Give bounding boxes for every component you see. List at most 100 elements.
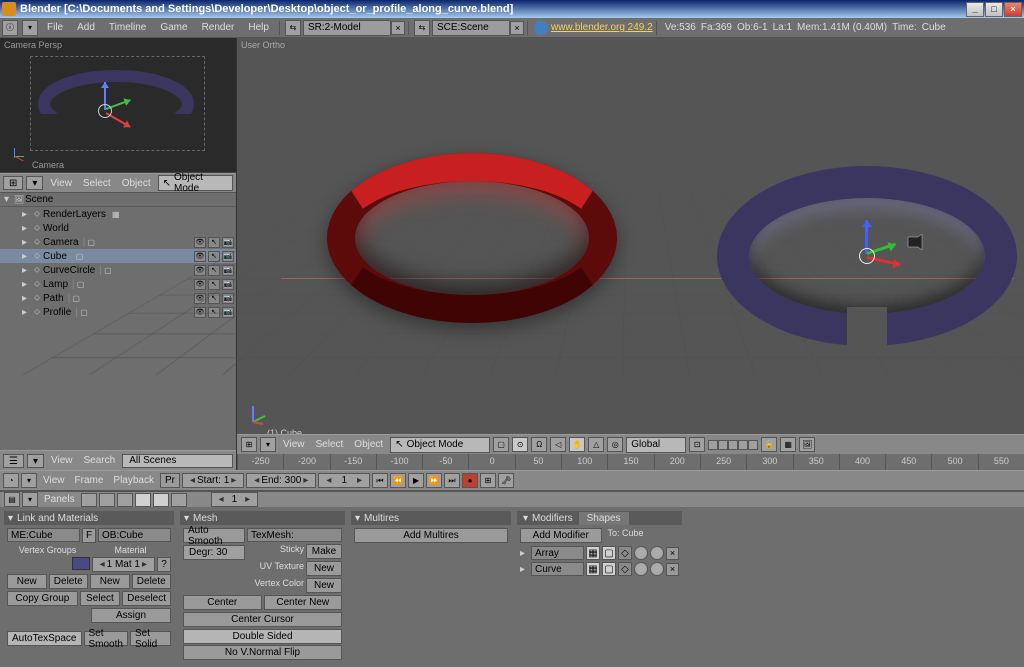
material-index-field[interactable]: ◂1 Mat 1▸: [92, 557, 155, 572]
no-vnormal-flip-button[interactable]: No V.Normal Flip: [183, 645, 342, 660]
add-modifier-button[interactable]: Add Modifier: [520, 528, 602, 543]
layer-buttons[interactable]: [708, 440, 758, 450]
end-frame-field[interactable]: ◂End: 300▸: [246, 473, 316, 488]
center-button[interactable]: Center: [183, 595, 262, 610]
disclosure-triangle-icon[interactable]: ▸: [22, 307, 31, 318]
outliner-item-renderlayers[interactable]: ▸⬦RenderLayers▦: [0, 207, 236, 221]
scene-delete-button[interactable]: ×: [510, 21, 524, 35]
screen-dropdown[interactable]: SR:2-Model: [303, 20, 391, 36]
next-key-icon[interactable]: ⏩: [426, 473, 442, 488]
menu-select[interactable]: Select: [312, 439, 348, 450]
menu-view[interactable]: View: [39, 475, 69, 486]
transform-gizmo-icon[interactable]: [827, 216, 907, 296]
render-toggle-icon[interactable]: ▦: [586, 546, 600, 560]
menu-help[interactable]: Help: [241, 20, 276, 35]
hand-icon[interactable]: ✋: [569, 437, 585, 452]
outliner-display-dropdown[interactable]: All Scenes: [122, 454, 233, 468]
fake-user-button[interactable]: F: [82, 528, 96, 543]
center-new-button[interactable]: Center New: [264, 595, 343, 610]
red-torus-object[interactable]: [327, 153, 617, 323]
mat-delete-button[interactable]: Delete: [132, 574, 172, 589]
restrict-render-icon[interactable]: 📷: [222, 237, 234, 248]
auto-smooth-button[interactable]: Auto Smooth: [183, 528, 245, 543]
scale-icon[interactable]: ◎: [607, 437, 623, 452]
current-frame-field[interactable]: ◂1▸: [318, 473, 370, 488]
context-object-icon[interactable]: [135, 493, 151, 507]
tab-shapes[interactable]: Shapes: [579, 512, 629, 525]
editor-type-icon[interactable]: ⊞: [241, 437, 257, 452]
lock-icon[interactable]: 🔒: [761, 437, 777, 452]
scene-prev-icon[interactable]: ⇆: [414, 20, 430, 36]
mat-deselect-button[interactable]: Deselect: [122, 591, 171, 606]
outliner-item-cube[interactable]: ▸⬦Cube|▢👁↖📷: [0, 249, 236, 263]
editor-type-icon[interactable]: ⊞: [3, 176, 23, 190]
mode-dropdown[interactable]: ↖Object Mode: [390, 437, 490, 453]
rotate-icon[interactable]: △: [588, 437, 604, 452]
context-shading-icon[interactable]: [117, 493, 133, 507]
realtime-toggle-icon[interactable]: ▢: [602, 546, 616, 560]
delete-modifier-button[interactable]: ×: [666, 547, 679, 560]
jump-start-icon[interactable]: ⏮: [372, 473, 388, 488]
menu-file[interactable]: File: [40, 20, 70, 35]
sync-button[interactable]: Pr: [160, 473, 180, 488]
menu-view[interactable]: View: [279, 439, 309, 450]
collapse-menus-icon[interactable]: ▾: [22, 20, 38, 36]
screen-prev-icon[interactable]: ⇆: [285, 20, 301, 36]
pivot-icon[interactable]: ⊙: [512, 437, 528, 452]
restrict-view-icon[interactable]: 👁: [194, 251, 206, 262]
context-script-icon[interactable]: [99, 493, 115, 507]
set-solid-button[interactable]: Set Solid: [130, 631, 171, 646]
collapse-icon[interactable]: ▾: [27, 454, 44, 468]
collapse-icon[interactable]: ▾: [21, 473, 37, 488]
play-icon[interactable]: ▶: [408, 473, 424, 488]
start-frame-field[interactable]: ◂Start: 1▸: [182, 473, 244, 488]
outliner-item-world[interactable]: ▸⬦World: [0, 221, 236, 235]
uv-new-button[interactable]: New: [306, 561, 342, 576]
menu-frame[interactable]: Frame: [71, 475, 108, 486]
editmode-toggle-icon[interactable]: ◇: [618, 546, 632, 560]
autotexspace-button[interactable]: AutoTexSpace: [7, 631, 82, 646]
context-editing-icon[interactable]: [153, 493, 169, 507]
modifier-name-field[interactable]: Curve: [531, 562, 584, 576]
menu-search[interactable]: Search: [80, 455, 120, 466]
move-up-icon[interactable]: [634, 546, 648, 560]
menu-playback[interactable]: Playback: [109, 475, 158, 486]
vcol-new-button[interactable]: New: [306, 578, 342, 593]
menu-view[interactable]: View: [46, 178, 76, 189]
modifier-name-field[interactable]: Array: [531, 546, 584, 560]
orientation-dropdown[interactable]: Global: [626, 437, 686, 453]
degr-field[interactable]: Degr: 30: [183, 545, 245, 560]
move-up-icon[interactable]: [634, 562, 648, 576]
disclosure-triangle-icon[interactable]: ▸: [22, 237, 31, 248]
material-swatch[interactable]: [72, 557, 90, 570]
window-maximize-button[interactable]: □: [985, 2, 1003, 17]
outliner-editor-icon[interactable]: ☰: [3, 454, 24, 468]
vgroup-delete-button[interactable]: Delete: [49, 574, 89, 589]
move-down-icon[interactable]: [650, 562, 664, 576]
disclosure-triangle-icon[interactable]: ▾: [4, 194, 13, 205]
manipulator-toggle-icon[interactable]: Ω: [531, 437, 547, 452]
disclosure-triangle-icon[interactable]: ▸: [22, 209, 31, 220]
render-icon[interactable]: 🖼: [799, 437, 815, 452]
blender-url-link[interactable]: www.blender.org 249.2: [551, 22, 653, 33]
snap-icon[interactable]: ⊡: [689, 437, 705, 452]
auto-key-icon[interactable]: ⊞: [480, 473, 496, 488]
menu-select[interactable]: Select: [79, 178, 115, 189]
camera-icon[interactable]: [906, 233, 924, 251]
center-cursor-button[interactable]: Center Cursor: [183, 612, 342, 627]
disclosure-triangle-icon[interactable]: ▸: [22, 293, 31, 304]
context-scene-icon[interactable]: [171, 493, 187, 507]
object-name-field[interactable]: OB:Cube: [98, 528, 171, 542]
render-preview-icon[interactable]: ▦: [780, 437, 796, 452]
header-type-icon[interactable]: ⓘ: [2, 20, 18, 36]
panel-page-field[interactable]: ◂1▸: [211, 492, 259, 507]
menu-render[interactable]: Render: [195, 20, 242, 35]
material-help-button[interactable]: ?: [157, 557, 171, 572]
shading-dropdown-icon[interactable]: ▢: [493, 437, 509, 452]
screen-delete-button[interactable]: ×: [391, 21, 405, 35]
key-icon[interactable]: 🗝: [498, 473, 514, 488]
tab-modifiers[interactable]: Modifiers: [532, 513, 573, 524]
set-smooth-button[interactable]: Set Smooth: [84, 631, 128, 646]
collapse-icon[interactable]: ▾: [22, 492, 38, 507]
menu-game[interactable]: Game: [153, 20, 194, 35]
